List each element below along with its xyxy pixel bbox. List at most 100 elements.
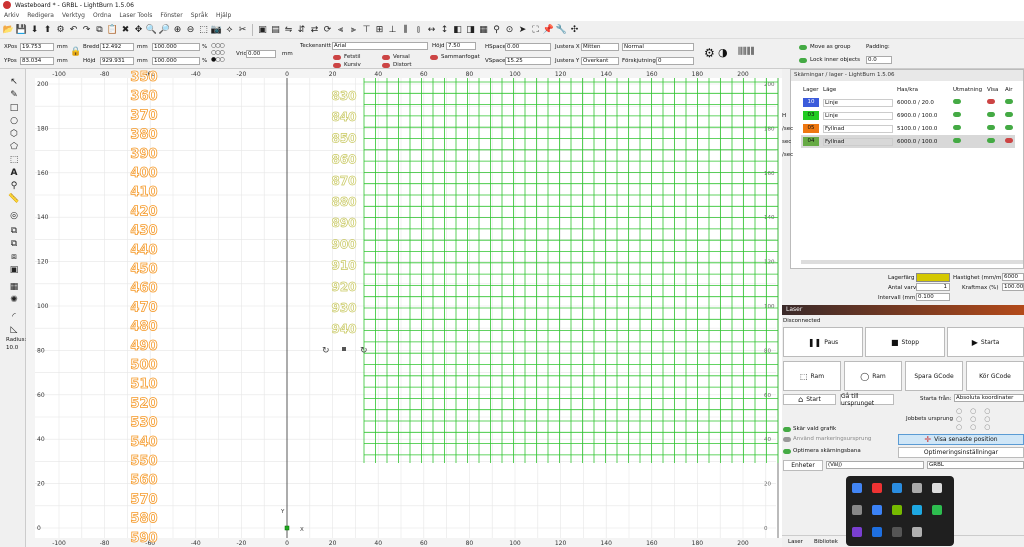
layer-mode-select[interactable]: Linje bbox=[823, 98, 893, 107]
offset-input[interactable]: 0 bbox=[656, 57, 694, 65]
distribute-h-icon[interactable]: ⫼ bbox=[400, 24, 411, 35]
rotate-icon[interactable]: ⟳ bbox=[322, 24, 333, 35]
select-arrow-icon[interactable]: ↖ bbox=[9, 77, 19, 87]
open-icon[interactable]: 📂 bbox=[3, 24, 14, 35]
distribute-icon[interactable]: ⫼⫼⫼⫼ bbox=[738, 47, 755, 57]
copy-icon[interactable]: ⧉ bbox=[94, 24, 105, 35]
speed-input[interactable]: 6000 bbox=[1002, 273, 1024, 281]
upper-toggle[interactable] bbox=[382, 55, 390, 60]
table-row[interactable]: 04 Fyllnad 6000.0 / 100.0 bbox=[801, 135, 1015, 148]
same-height-icon[interactable]: ↕ bbox=[439, 24, 450, 35]
scale-height-input[interactable]: 100.000 bbox=[152, 57, 200, 65]
menu-window[interactable]: Fönster bbox=[156, 12, 186, 19]
cloud-tray-icon[interactable] bbox=[892, 483, 902, 493]
trace-icon[interactable]: ⟡ bbox=[224, 24, 235, 35]
ypos-input[interactable]: 83.034 bbox=[20, 57, 54, 65]
undo-icon[interactable]: ↶ bbox=[68, 24, 79, 35]
anchor-grid-icon[interactable]: ○○○ ○○○ ●○○ bbox=[211, 42, 225, 63]
hspace-input[interactable]: 0.00 bbox=[505, 43, 551, 51]
lock-ratio-icon[interactable]: 🔒 bbox=[70, 47, 81, 57]
paste-icon[interactable]: 📋 bbox=[107, 24, 118, 35]
output-toggle[interactable] bbox=[953, 125, 961, 130]
show-toggle[interactable] bbox=[987, 99, 995, 104]
layer-mode-select[interactable]: Fyllnad bbox=[823, 124, 893, 133]
edit-nodes-icon[interactable]: ✎ bbox=[9, 90, 19, 100]
group-icon[interactable]: ▣ bbox=[257, 24, 268, 35]
rotate-input[interactable]: 0.00 bbox=[246, 50, 276, 58]
show-toggle[interactable] bbox=[987, 112, 995, 117]
power-input[interactable]: 100.00 bbox=[1002, 283, 1024, 291]
home-button[interactable]: ⌂ Start bbox=[783, 394, 836, 405]
menu-tools[interactable]: Verktyg bbox=[58, 12, 89, 19]
bridge-icon[interactable]: ⚙ bbox=[704, 46, 715, 60]
arrange-icon[interactable]: ⛶ bbox=[530, 24, 541, 35]
air-toggle[interactable] bbox=[1005, 99, 1013, 104]
export-icon[interactable]: ⬆ bbox=[42, 24, 53, 35]
tab-library[interactable]: Bibliotek bbox=[814, 539, 838, 545]
monitor-tray-icon[interactable] bbox=[932, 483, 942, 493]
aligny-select[interactable]: Överkant bbox=[581, 57, 619, 65]
target-icon[interactable]: ⊙ bbox=[504, 24, 515, 35]
workspace-canvas[interactable]: -100 -80 -60 -40 -20 0 20 40 60 80 100 120 140 160 180… bbox=[26, 69, 782, 547]
move-icon[interactable]: ✥ bbox=[133, 24, 144, 35]
shield-tray-icon[interactable] bbox=[872, 483, 882, 493]
flip-h-icon[interactable]: ⇋ bbox=[283, 24, 294, 35]
delete-icon[interactable]: ✖ bbox=[120, 24, 131, 35]
ungroup-icon[interactable]: ▤ bbox=[270, 24, 281, 35]
offset-icon[interactable]: ◎ bbox=[9, 211, 19, 221]
snap-icon[interactable]: ⚲ bbox=[491, 24, 502, 35]
show-last-position-button[interactable]: ✛ Visa senaste position bbox=[898, 434, 1024, 445]
sync-tray-icon[interactable] bbox=[932, 505, 942, 515]
job-origin-grid[interactable]: ○○○ ○○○ ○○○ bbox=[956, 407, 998, 431]
intersect-icon[interactable]: ▣ bbox=[9, 265, 19, 275]
interval-input[interactable]: 0.100 bbox=[916, 293, 950, 301]
goto-origin-button[interactable]: Gå till ursprunget bbox=[840, 393, 894, 407]
boolean-icon[interactable]: ◑ bbox=[718, 46, 728, 59]
ruler-icon[interactable]: 📏 bbox=[8, 194, 19, 204]
align-top-icon[interactable]: ⊤ bbox=[361, 24, 372, 35]
menu-laser-tools[interactable]: Laser Tools bbox=[115, 12, 156, 19]
usb-tray-icon[interactable] bbox=[912, 527, 922, 537]
corner-chamfer-icon[interactable]: ◺ bbox=[9, 325, 19, 335]
nudge-icon[interactable]: ◨ bbox=[465, 24, 476, 35]
zoom-in-icon[interactable]: 🔍 bbox=[146, 24, 157, 35]
table-row[interactable]: 03 Linje 6900.0 / 100.0 bbox=[801, 109, 1015, 122]
move-as-group-toggle[interactable] bbox=[799, 45, 807, 50]
radius-value[interactable]: 10.0 bbox=[6, 345, 18, 351]
cut-selected-toggle[interactable] bbox=[783, 427, 791, 432]
air-toggle[interactable] bbox=[1005, 112, 1013, 117]
optimize-settings-button[interactable]: Optimeringsinställningar bbox=[898, 447, 1024, 458]
same-width-icon[interactable]: ↔ bbox=[426, 24, 437, 35]
air-toggle[interactable] bbox=[1005, 138, 1013, 143]
alignx-select[interactable]: Mitten bbox=[581, 43, 619, 51]
menu-language[interactable]: Språk bbox=[187, 12, 212, 19]
camera-icon[interactable]: 📷 bbox=[211, 24, 222, 35]
width-input[interactable]: 12.492 bbox=[100, 43, 134, 51]
menu-file[interactable]: Arkiv bbox=[0, 12, 23, 19]
text-tool-icon[interactable]: A bbox=[9, 168, 19, 178]
pause-button[interactable]: ❚❚ Paus bbox=[783, 327, 863, 357]
padding-input[interactable]: 0.0 bbox=[866, 56, 892, 64]
grid-icon[interactable]: ▦ bbox=[478, 24, 489, 35]
use-selection-origin-toggle[interactable] bbox=[783, 437, 791, 442]
align-right-icon[interactable]: ⫸ bbox=[348, 24, 359, 35]
menu-arrange[interactable]: Ordna bbox=[89, 12, 115, 19]
horizontal-scrollbar[interactable] bbox=[801, 260, 1023, 264]
table-row[interactable]: 10 Linje 6000.0 / 20.0 bbox=[801, 96, 1015, 109]
start-button[interactable]: ▶ Starta bbox=[947, 327, 1024, 357]
run-gcode-button[interactable]: Kör GCode bbox=[966, 361, 1024, 391]
output-toggle[interactable] bbox=[953, 138, 961, 143]
xpos-input[interactable]: 19.753 bbox=[20, 43, 54, 51]
bold-toggle[interactable] bbox=[333, 55, 341, 60]
italic-toggle[interactable] bbox=[333, 63, 341, 68]
table-row[interactable]: 05 Fyllnad 5100.0 / 100.0 bbox=[801, 122, 1015, 135]
devices-button[interactable]: Enheter bbox=[783, 460, 823, 471]
ellipse-icon[interactable]: ○ bbox=[9, 116, 19, 126]
text-mode-select[interactable]: Normal bbox=[622, 43, 694, 51]
zoom-page-icon[interactable]: ⊖ bbox=[185, 24, 196, 35]
nvidia-tray-icon[interactable] bbox=[892, 505, 902, 515]
union-icon[interactable]: ⧉ bbox=[9, 239, 19, 249]
text-icon[interactable]: ⬠ bbox=[9, 142, 19, 152]
dock-icon[interactable]: ◧ bbox=[452, 24, 463, 35]
grid-array-icon[interactable]: ▦ bbox=[9, 282, 19, 292]
